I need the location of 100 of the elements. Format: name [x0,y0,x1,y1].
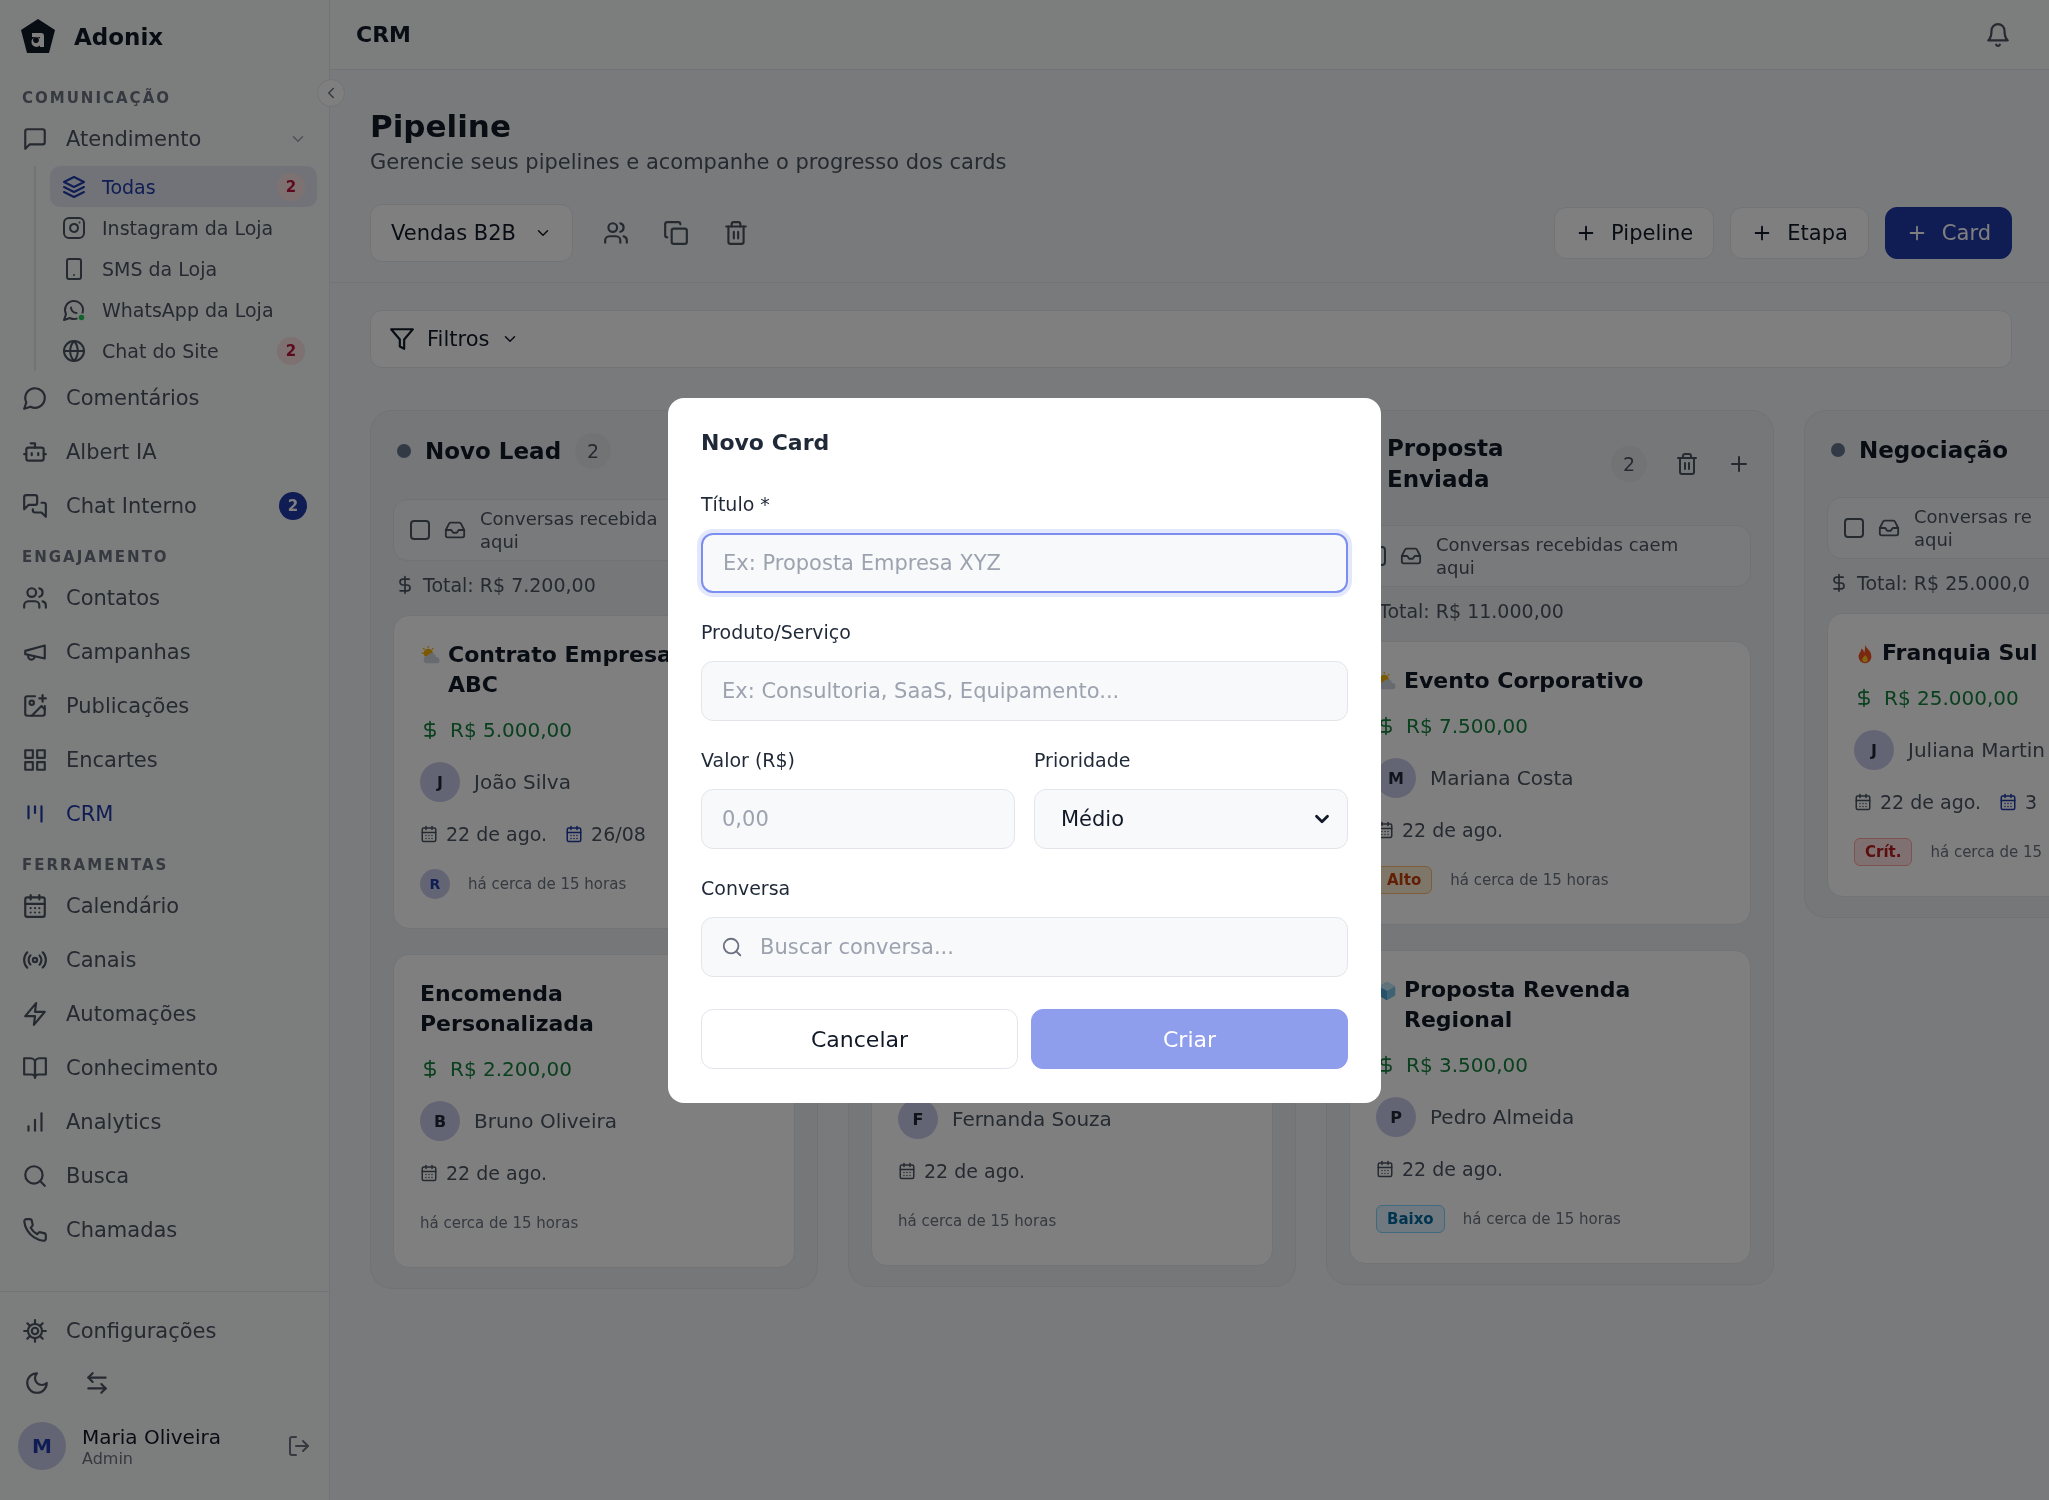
chat-bubble-icon [22,385,48,411]
nav-item[interactable]: Calendário [0,879,329,933]
calendar-icon [420,825,438,843]
nav-item[interactable]: Automações [0,987,329,1041]
lightning-icon [22,1001,48,1027]
add-button[interactable]: Card [1884,207,2012,259]
logout-icon[interactable] [287,1434,311,1458]
deal-value: R$ 7.500,00 [1406,713,1529,740]
grid-icon [22,747,48,773]
nav-item[interactable]: Encartes [0,733,329,787]
user-avatar: M [18,1422,66,1470]
status-dot [397,444,411,458]
page-subtitle: Gerencie seus pipelines e acompanhe o progresso dos cards [370,149,1008,176]
add-button[interactable]: Etapa [1730,207,1869,259]
assignee-name: João Silva [474,770,571,794]
nav-item[interactable]: Chat Interno 2 [0,479,329,533]
checkbox[interactable] [410,520,430,540]
conversation-search-field[interactable]: Buscar conversa... [701,917,1348,977]
image-plus-icon [22,693,48,719]
moon-icon[interactable] [24,1370,50,1396]
section-heading: ENGAJAMENTO [21,547,170,568]
pipeline-select[interactable]: Vendas B2B [370,204,573,262]
created-date: 22 de ago. [1880,790,1982,815]
nav-item[interactable]: Busca [0,1149,329,1203]
camera-icon [62,215,86,240]
nav-subitem[interactable]: SMS da Loja [50,248,317,289]
phone-icon [22,1217,48,1243]
nav-item[interactable]: Canais [0,933,329,987]
layers-icon [62,174,86,199]
card-age: há cerca de 15 horas [898,1212,1057,1230]
calendar-icon [420,1164,438,1182]
bell-icon[interactable] [1985,21,2011,48]
card-title: Franquia Sul [1882,639,2038,667]
swap-arrows-icon[interactable] [84,1370,110,1396]
filter-icon [389,326,415,352]
book-icon [22,1055,48,1081]
add-button[interactable]: Pipeline [1554,207,1715,259]
checkbox[interactable] [1844,518,1864,538]
card-age: há cerca de 15 horas [1450,871,1609,889]
nav-item[interactable]: Comentários [0,371,329,425]
nav-item[interactable]: Publicações [0,679,329,733]
search-icon [22,1163,48,1189]
field-label: Valor (R$) [701,748,797,773]
nav-item[interactable]: Campanhas [0,625,329,679]
count-badge: 2 [277,172,305,201]
priority-tag: Crít. [1854,838,1913,866]
inbox-hint: Conversas re aqui [1914,505,2032,551]
due-date: 26/08 [591,822,646,847]
created-date: 22 de ago. [1402,1157,1504,1182]
deal-card[interactable]: Franquia Sul R$ 25.000,00 J Juliana Martin 22 de ago. 3 Crít. há cerca de 15 [1827,613,2049,897]
nav-subitem[interactable]: WhatsApp da Loja [50,289,317,330]
filter-toggle[interactable]: Filtros [389,326,520,352]
created-date: 22 de ago. [446,822,548,847]
copy-icon[interactable] [662,220,689,246]
cancel-button[interactable]: Cancelar [701,1009,1018,1069]
calendar-icon [1999,793,2018,811]
users-icon[interactable] [602,220,629,246]
priority-select[interactable]: Médio [1034,789,1348,849]
product-input[interactable]: Ex: Consultoria, SaaS, Equipamento... [701,661,1348,721]
calendar-icon [22,893,48,919]
search-icon [721,936,743,958]
nav-item[interactable]: Analytics [0,1095,329,1149]
calendar-icon [898,1162,916,1180]
nav-item[interactable]: Conhecimento [0,1041,329,1095]
value-input[interactable]: 0,00 [701,789,1015,849]
card-title: Evento Corporativo [1404,667,1644,695]
title-input[interactable]: Ex: Proposta Empresa XYZ [701,533,1348,593]
trash-icon[interactable] [1675,452,1699,476]
nav-subitem[interactable]: Chat do Site 2 [50,330,317,371]
column-total: Total: R$ 11.000,00 [1379,599,1564,623]
users-icon [22,585,48,611]
assignee-name: Pedro Almeida [1430,1105,1575,1129]
trash-icon[interactable] [722,220,749,246]
nav-item[interactable]: Configurações [0,1304,329,1358]
nav-item[interactable]: Chamadas [0,1203,329,1257]
assignee-name: Juliana Martin [1908,738,2046,762]
user-name: Maria Oliveira [82,1424,222,1449]
card-count: 2 [1611,446,1647,482]
collapse-sidebar-button[interactable] [317,79,345,107]
field-label: Conversa [701,876,792,901]
column-title: Negociação [1859,435,2009,465]
app-name: Adonix [74,24,164,50]
card-count: 2 [575,433,612,469]
assignee-name: Mariana Costa [1430,766,1574,790]
chat-bubbles-icon [22,493,48,519]
dialog-title: Novo Card [701,429,831,457]
deal-card[interactable]: Proposta Revenda Regional R$ 3.500,00 P Pedro Almeida 22 de ago. Baixo há cerca de 15 horas [1349,950,1751,1264]
nav-item[interactable]: Contatos [0,571,329,625]
nav-subitem[interactable]: Todas 2 [50,166,317,207]
card-title: Encomenda Personalizada [420,980,595,1038]
nav-subitem[interactable]: Instagram da Loja [50,207,317,248]
column-title: Novo Lead [425,436,562,466]
nav-item[interactable]: Atendimento [0,112,329,166]
section-heading: FERRAMENTAS [21,855,170,876]
inbox-icon [1400,545,1422,567]
assignee-name: Bruno Oliveira [474,1109,617,1133]
nav-item[interactable]: Albert IA [0,425,329,479]
chat-bubble-icon [62,297,86,322]
created-date: 22 de ago. [924,1159,1026,1184]
nav-item[interactable]: CRM [0,787,329,841]
